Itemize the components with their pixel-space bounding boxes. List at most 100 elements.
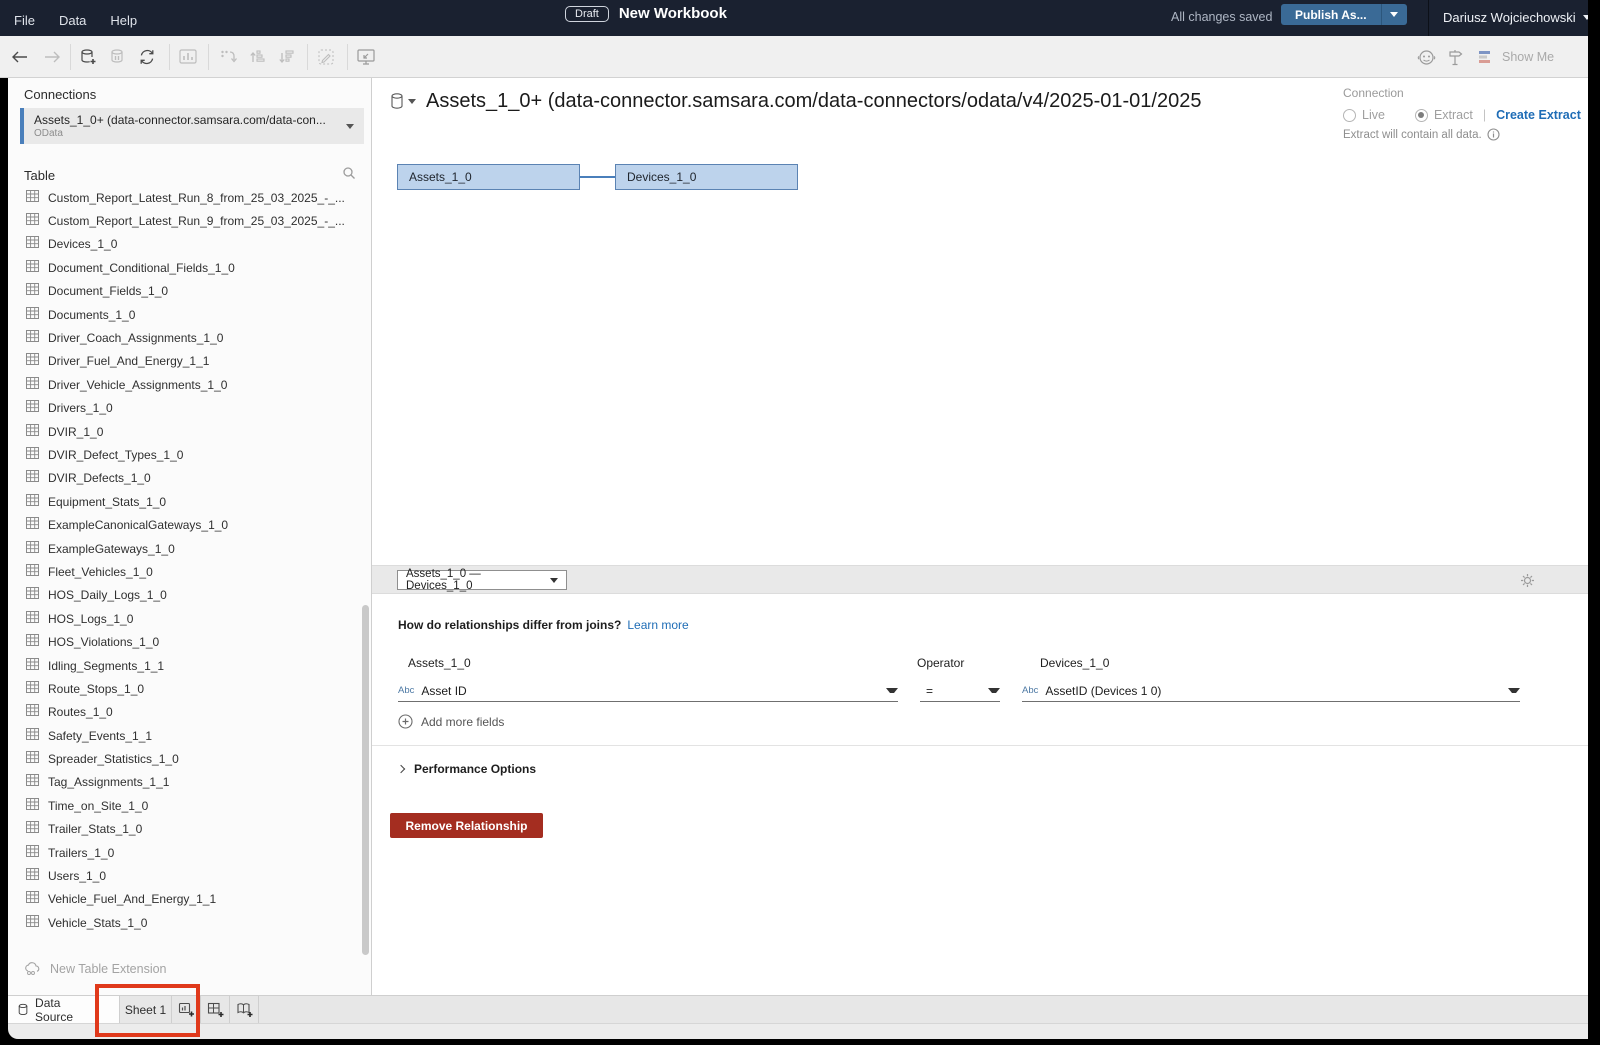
sidebar-scrollbar[interactable]: [362, 605, 369, 955]
table-list-item[interactable]: Document_Fields_1_0: [8, 280, 364, 303]
table-node-devices[interactable]: Devices_1_0: [615, 164, 798, 190]
publish-as-button[interactable]: Publish As...: [1281, 4, 1407, 25]
table-list-item[interactable]: Users_1_0: [8, 864, 364, 887]
table-list-item[interactable]: HOS_Violations_1_0: [8, 630, 364, 653]
new-table-extension-label: New Table Extension: [50, 962, 167, 976]
table-list-item[interactable]: HOS_Daily_Logs_1_0: [8, 584, 364, 607]
new-data-source-button[interactable]: [76, 45, 100, 69]
table-list-item[interactable]: Equipment_Stats_1_0: [8, 490, 364, 513]
pause-updates-button[interactable]: [105, 45, 129, 69]
menu-help[interactable]: Help: [110, 13, 137, 28]
search-icon[interactable]: [342, 166, 356, 185]
table-list-item[interactable]: Trailer_Stats_1_0: [8, 818, 364, 841]
table-list-item[interactable]: Document_Conditional_Fields_1_0: [8, 256, 364, 279]
table-node-assets[interactable]: Assets_1_0: [397, 164, 580, 190]
table-list-item[interactable]: Driver_Vehicle_Assignments_1_0: [8, 373, 364, 396]
data-source-title: Assets_1_0+ (data-connector.samsara.com/…: [426, 90, 1201, 113]
new-worksheet-toolbar-button[interactable]: [176, 45, 200, 69]
remove-relationship-button[interactable]: Remove Relationship: [390, 813, 543, 838]
new-story-button[interactable]: [230, 996, 259, 1023]
live-radio[interactable]: [1343, 109, 1356, 122]
presentation-mode-button[interactable]: [354, 45, 378, 69]
publish-dropdown-caret[interactable]: [1381, 4, 1407, 25]
new-table-extension[interactable]: New Table Extension: [24, 962, 167, 976]
toolbar: Show Me: [0, 36, 1588, 78]
einstein-copilot-icon[interactable]: [1414, 45, 1438, 69]
table-list-item[interactable]: Documents_1_0: [8, 303, 364, 326]
gear-icon[interactable]: [1520, 573, 1535, 593]
table-list-item[interactable]: ExampleCanonicalGateways_1_0: [8, 513, 364, 536]
operator-dropdown[interactable]: =: [920, 680, 1000, 702]
table-list-item[interactable]: Fleet_Vehicles_1_0: [8, 560, 364, 583]
connection-type-panel: Connection Live Extract | Create Extract…: [1343, 86, 1583, 141]
table-grid-icon: [26, 586, 39, 604]
new-dashboard-button[interactable]: [201, 996, 230, 1023]
show-me-icon[interactable]: [1474, 45, 1498, 69]
performance-options-label: Performance Options: [414, 762, 536, 776]
menu-data[interactable]: Data: [59, 13, 86, 28]
performance-options-expander[interactable]: Performance Options: [398, 762, 536, 776]
table-list-item[interactable]: Devices_1_0: [8, 233, 364, 256]
table-list-item[interactable]: DVIR_Defect_Types_1_0: [8, 443, 364, 466]
table-list-item[interactable]: Drivers_1_0: [8, 397, 364, 420]
table-list-item[interactable]: Time_on_Site_1_0: [8, 794, 364, 817]
learn-more-link[interactable]: Learn more: [627, 618, 688, 632]
relationship-pair-dropdown[interactable]: Assets_1_0 — Devices_1_0: [397, 570, 567, 590]
string-type-icon: Abc: [1022, 685, 1038, 696]
table-grid-icon: [26, 727, 39, 745]
left-field-dropdown[interactable]: Abc Asset ID: [398, 680, 898, 702]
show-me-label[interactable]: Show Me: [1502, 50, 1554, 64]
table-list-item[interactable]: Vehicle_Fuel_And_Energy_1_1: [8, 888, 364, 911]
table-section-header: Table: [24, 166, 356, 185]
extract-label[interactable]: Extract: [1434, 108, 1473, 122]
create-extract-link[interactable]: Create Extract: [1496, 108, 1581, 122]
table-list-item[interactable]: Trailers_1_0: [8, 841, 364, 864]
table-list-item[interactable]: DVIR_Defects_1_0: [8, 467, 364, 490]
tab-sheet1[interactable]: Sheet 1: [120, 996, 172, 1023]
relationship-noodle[interactable]: [580, 176, 615, 178]
swap-rows-columns-button[interactable]: [216, 45, 240, 69]
extract-radio[interactable]: [1415, 109, 1428, 122]
database-icon[interactable]: [390, 92, 416, 111]
table-list-item[interactable]: HOS_Logs_1_0: [8, 607, 364, 630]
left-table-header: Assets_1_0: [408, 656, 471, 670]
info-icon[interactable]: [1487, 128, 1500, 141]
table-list-item[interactable]: Safety_Events_1_1: [8, 724, 364, 747]
table-grid-icon: [26, 352, 39, 370]
database-caret[interactable]: [408, 99, 416, 104]
add-more-fields-button[interactable]: Add more fields: [398, 714, 504, 729]
new-worksheet-button[interactable]: [172, 996, 201, 1023]
data-source-title-row: Assets_1_0+ (data-connector.samsara.com/…: [390, 90, 1340, 113]
redo-button[interactable]: [40, 45, 64, 69]
tab-data-source[interactable]: Data Source: [8, 996, 97, 1023]
tab-strip-spacer: [97, 996, 120, 1023]
user-menu[interactable]: Dariusz Wojciechowski: [1443, 10, 1591, 25]
table-list-item[interactable]: Idling_Segments_1_1: [8, 654, 364, 677]
table-list-item[interactable]: Routes_1_0: [8, 701, 364, 724]
table-list-item[interactable]: Route_Stops_1_0: [8, 677, 364, 700]
highlight-button[interactable]: [314, 45, 338, 69]
table-list-item[interactable]: Driver_Coach_Assignments_1_0: [8, 326, 364, 349]
table-grid-icon: [26, 797, 39, 815]
signpost-icon[interactable]: [1443, 45, 1467, 69]
connection-item[interactable]: Assets_1_0+ (data-connector.samsara.com/…: [20, 108, 364, 144]
right-field-dropdown[interactable]: Abc AssetID (Devices 1 0): [1022, 680, 1520, 702]
table-list-item[interactable]: Driver_Fuel_And_Energy_1_1: [8, 350, 364, 373]
refresh-button[interactable]: [135, 45, 159, 69]
table-list-item[interactable]: Custom_Report_Latest_Run_8_from_25_03_20…: [8, 186, 364, 209]
menu-file[interactable]: File: [14, 13, 35, 28]
sort-descending-button[interactable]: [274, 45, 298, 69]
undo-button[interactable]: [8, 45, 32, 69]
table-list-item[interactable]: ExampleGateways_1_0: [8, 537, 364, 560]
data-sidebar: Connections Assets_1_0+ (data-connector.…: [8, 78, 372, 995]
table-list-item[interactable]: DVIR_1_0: [8, 420, 364, 443]
connection-dropdown-caret[interactable]: [346, 124, 354, 129]
table-list-item[interactable]: Spreader_Statistics_1_0: [8, 747, 364, 770]
live-label[interactable]: Live: [1362, 108, 1385, 122]
table-list-item[interactable]: Tag_Assignments_1_1: [8, 771, 364, 794]
table-list-item[interactable]: Custom_Report_Latest_Run_9_from_25_03_20…: [8, 209, 364, 232]
sort-ascending-button[interactable]: [245, 45, 269, 69]
table-grid-icon: [26, 259, 39, 277]
left-field-value: Asset ID: [421, 684, 466, 698]
table-list-item[interactable]: Vehicle_Stats_1_0: [8, 911, 364, 934]
